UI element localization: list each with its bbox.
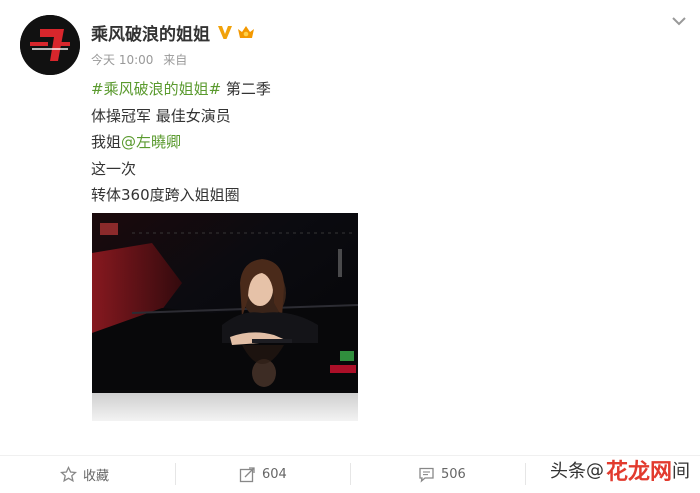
chevron-down-icon[interactable] xyxy=(670,12,688,30)
post-line-2: 体操冠军 最佳女演员 xyxy=(91,106,231,125)
repost-count: 604 xyxy=(262,467,287,482)
author-row: 乘风破浪的姐姐 xyxy=(91,20,256,45)
show-logo-icon xyxy=(20,15,80,75)
action-divider xyxy=(350,463,351,485)
post-photo[interactable] xyxy=(92,213,358,411)
author-name[interactable]: 乘风破浪的姐姐 xyxy=(91,20,210,45)
post-line-1: #乘风破浪的姐姐# 第二季 xyxy=(91,76,271,103)
verified-icon xyxy=(217,24,233,40)
favorite-label: 收藏 xyxy=(83,469,110,484)
watermark: 头条 @ 花龙网 间 xyxy=(550,454,690,486)
watermark-brand: 花龙网 xyxy=(605,460,672,485)
action-divider xyxy=(525,463,526,485)
share-icon xyxy=(239,467,255,483)
topic-link[interactable]: #乘风破浪的姐姐# xyxy=(91,80,221,98)
avatar[interactable] xyxy=(20,15,80,75)
post-meta: 今天 10:00 来自 xyxy=(91,51,187,68)
comment-count: 506 xyxy=(441,467,466,482)
topic-suffix: 第二季 xyxy=(221,80,271,98)
mention-prefix: 我姐 xyxy=(91,133,122,151)
post-line-3: 我姐@左曉卿 xyxy=(91,129,271,156)
photo-bottom-edge xyxy=(92,393,358,421)
post-line-5: 转体360度跨入姐姐圈 xyxy=(91,186,240,204)
action-divider xyxy=(175,463,176,485)
repost-button[interactable]: 604 xyxy=(239,456,287,493)
mention-link[interactable]: @左曉卿 xyxy=(121,133,181,151)
post-time[interactable]: 今天 10:00 xyxy=(91,53,153,67)
watermark-prefix: 头条 xyxy=(549,461,586,482)
post-body: #乘风破浪的姐姐# 第二季 体操冠军 最佳女演员 我姐@左曉卿 这一次 转体36… xyxy=(91,76,271,209)
favorite-button[interactable]: 收藏 xyxy=(60,456,109,493)
like-label[interactable]: 间 xyxy=(672,457,690,483)
post-line-4: 这一次 xyxy=(91,159,137,178)
photo-woman-piano xyxy=(92,213,358,411)
watermark-at: @ xyxy=(585,459,604,481)
star-icon xyxy=(60,466,77,483)
comment-button[interactable]: 506 xyxy=(418,456,466,493)
vip-badge-icon[interactable] xyxy=(236,23,256,41)
comment-icon xyxy=(419,467,434,483)
post-source: 来自 xyxy=(163,53,188,67)
